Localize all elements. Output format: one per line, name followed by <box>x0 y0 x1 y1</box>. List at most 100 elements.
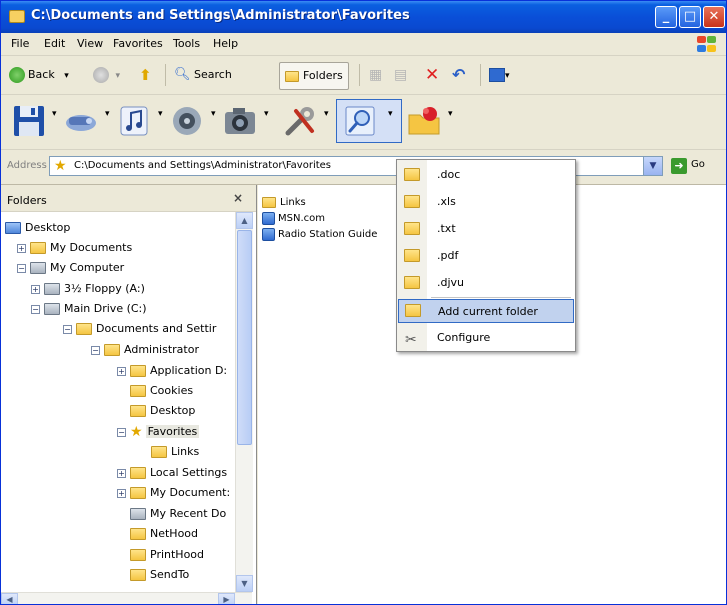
folders-label: Folders <box>303 69 343 82</box>
menu-item-djvu[interactable]: .djvu <box>397 271 575 295</box>
vertical-scrollbar[interactable]: ▲ ▼ <box>235 212 253 592</box>
menu-edit[interactable]: Edit <box>44 37 65 50</box>
tree-item-desktop-folder[interactable]: Desktop <box>130 401 195 421</box>
maximize-button[interactable]: □ <box>679 6 701 28</box>
music-icon[interactable] <box>116 103 152 139</box>
tree-item-nethood[interactable]: NetHood <box>130 524 198 544</box>
collapse-icon[interactable]: − <box>91 345 100 355</box>
tree-item-administrator[interactable]: − Administrator <box>91 340 199 360</box>
dropdown-arrow-icon[interactable]: ▾ <box>52 110 58 119</box>
media-icon[interactable] <box>169 103 205 139</box>
tree-item-my-documents-sub[interactable]: + My Document: <box>117 483 230 503</box>
dropdown-arrow-icon[interactable]: ▾ <box>264 110 270 119</box>
expand-icon[interactable]: + <box>17 243 26 253</box>
collapse-icon[interactable]: − <box>63 324 72 334</box>
file-item-links[interactable]: Links <box>262 195 306 211</box>
tree-item-cookies[interactable]: Cookies <box>130 381 193 401</box>
menu-item-label: .pdf <box>437 249 459 262</box>
forward-dropdown-icon[interactable]: ▾ <box>116 71 121 81</box>
address-dropdown-button[interactable]: ▼ <box>643 157 662 175</box>
drive-icon[interactable] <box>63 103 99 139</box>
back-arrow-icon <box>9 67 25 83</box>
search-button[interactable]: 🔍︎ Search <box>174 65 232 85</box>
dropdown-arrow-icon[interactable]: ▾ <box>448 110 454 119</box>
collapse-icon[interactable]: − <box>31 304 40 314</box>
undo-icon[interactable]: ↶ <box>452 65 465 85</box>
tree-item-main-drive[interactable]: − Main Drive (C:) <box>31 299 147 319</box>
favorites-folder-icon[interactable] <box>406 103 442 139</box>
menu-item-add-current-folder[interactable]: Add current folder <box>398 299 574 323</box>
tree-item-documents-and-settings[interactable]: − Documents and Settir <box>63 319 216 339</box>
configure-icon: ✂ <box>405 332 417 348</box>
dropdown-arrow-icon[interactable]: ▾ <box>324 110 330 119</box>
menu-view[interactable]: View <box>77 37 103 50</box>
close-pane-icon[interactable]: × <box>233 191 243 205</box>
forward-button[interactable]: ▾ <box>93 65 120 85</box>
close-button[interactable]: ✕ <box>703 6 725 28</box>
tree-item-label: Documents and Settir <box>96 322 217 335</box>
dropdown-arrow-icon[interactable]: ▾ <box>158 110 164 119</box>
tree-item-floppy[interactable]: +3½ Floppy (A:) <box>31 279 145 299</box>
menu-item-xls[interactable]: .xls <box>397 190 575 214</box>
collapse-icon[interactable]: − <box>117 427 126 437</box>
menu-tools[interactable]: Tools <box>173 37 200 50</box>
dropdown-arrow-icon[interactable]: ▾ <box>211 110 217 119</box>
explorer-window: C:\Documents and Settings\Administrator\… <box>0 0 727 605</box>
camera-icon[interactable] <box>222 103 258 139</box>
tree-item-application-data[interactable]: + Application D: <box>117 361 227 381</box>
scroll-right-icon[interactable]: ▶ <box>218 593 235 604</box>
scroll-up-icon[interactable]: ▲ <box>236 212 253 229</box>
tree-item-my-computer[interactable]: − My Computer <box>17 258 124 278</box>
expand-icon[interactable]: + <box>117 366 126 376</box>
title-bar[interactable]: C:\Documents and Settings\Administrator\… <box>1 1 726 33</box>
menu-favorites[interactable]: Favorites <box>113 37 163 50</box>
scroll-down-icon[interactable]: ▼ <box>236 575 253 592</box>
address-input[interactable]: C:\Documents and Settings\Administrator\… <box>74 160 331 171</box>
expand-icon[interactable]: + <box>117 468 126 478</box>
file-item-radio-station-guide[interactable]: Radio Station Guide <box>262 227 377 243</box>
dropdown-arrow-icon[interactable]: ▾ <box>388 110 394 119</box>
search-magnifier-icon[interactable] <box>342 103 378 139</box>
tree-item-printhood[interactable]: PrintHood <box>130 545 204 565</box>
horizontal-scrollbar[interactable]: ◀ ▶ <box>1 592 252 604</box>
file-item-msn[interactable]: MSN.com <box>262 211 325 227</box>
views-dropdown-icon: ▾ <box>505 71 510 81</box>
back-button[interactable]: Back ▾ <box>9 65 69 85</box>
delete-icon[interactable]: ✕ <box>425 65 439 85</box>
tree-item-label: 3½ Floppy (A:) <box>64 282 145 295</box>
tools-icon[interactable] <box>282 103 318 139</box>
menu-help[interactable]: Help <box>213 37 238 50</box>
up-folder-button[interactable]: ⬆ <box>139 65 152 85</box>
tree-item-my-recent-documents[interactable]: My Recent Do <box>130 504 226 524</box>
tree-item-sendto[interactable]: SendTo <box>130 565 189 585</box>
tree-item-favorites[interactable]: − ★ Favorites <box>117 422 200 442</box>
go-arrow-icon[interactable]: ➜ <box>671 158 687 174</box>
expand-icon[interactable]: + <box>31 284 40 294</box>
folders-pane-header: Folders × <box>1 185 256 212</box>
menu-file[interactable]: File <box>11 37 29 50</box>
expand-icon[interactable]: + <box>117 488 126 498</box>
tree-item-desktop[interactable]: Desktop <box>5 218 70 238</box>
scroll-thumb[interactable] <box>237 230 252 445</box>
tree-item-links[interactable]: Links <box>151 442 199 462</box>
collapse-icon[interactable]: − <box>17 263 26 273</box>
dropdown-arrow-icon[interactable]: ▾ <box>105 110 111 119</box>
folders-button[interactable]: Folders <box>279 62 349 90</box>
menu-item-pdf[interactable]: .pdf <box>397 244 575 268</box>
menu-item-txt[interactable]: .txt <box>397 217 575 241</box>
menu-item-label: .txt <box>437 222 456 235</box>
scroll-left-icon[interactable]: ◀ <box>1 593 18 604</box>
views-button[interactable]: ▾ <box>489 65 510 85</box>
copy-to-icon[interactable]: ▤ <box>394 65 407 85</box>
menu-item-doc[interactable]: .doc <box>397 163 575 187</box>
go-button[interactable]: Go <box>691 159 705 170</box>
tree-item-label: Administrator <box>124 343 199 356</box>
floppy-disk-icon[interactable] <box>11 103 47 139</box>
back-dropdown-icon[interactable]: ▾ <box>64 71 69 81</box>
tree-item-my-documents[interactable]: + My Documents <box>17 238 132 258</box>
menu-item-configure[interactable]: ✂ Configure <box>397 326 575 350</box>
minimize-button[interactable]: _ <box>655 6 677 28</box>
tree-item-local-settings[interactable]: + Local Settings <box>117 463 227 483</box>
move-to-icon[interactable]: ▦ <box>369 65 382 85</box>
address-label: Address <box>7 160 47 171</box>
